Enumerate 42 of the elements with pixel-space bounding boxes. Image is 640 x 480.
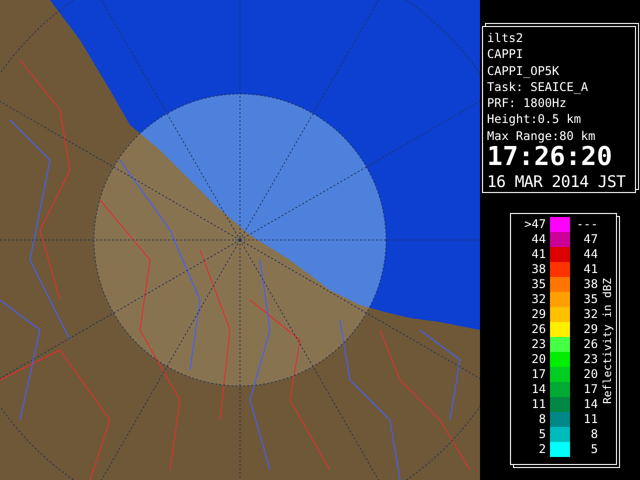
legend-title: Reflectivity in dBZ bbox=[600, 278, 614, 404]
info-text: CAPPI_OP5K bbox=[487, 62, 560, 79]
legend-label: 29 bbox=[582, 322, 598, 338]
legend-label: 14 bbox=[582, 397, 598, 412]
legend-label: 32 bbox=[582, 307, 598, 322]
legend-label: 8 bbox=[590, 427, 598, 442]
info-text: Max Range:80 km bbox=[487, 128, 596, 144]
legend-label: 38 bbox=[530, 262, 546, 278]
legend-label: 17 bbox=[530, 367, 546, 382]
legend-label: 32 bbox=[530, 292, 546, 308]
legend-label: 20 bbox=[530, 352, 546, 368]
legend-label: 11 bbox=[582, 412, 598, 428]
legend-label: 14 bbox=[530, 382, 546, 398]
time-text: 17:26:20 bbox=[487, 144, 614, 172]
legend-label: 41 bbox=[530, 247, 546, 262]
legend-label: 20 bbox=[582, 367, 598, 382]
info-text: ilts2 bbox=[487, 30, 524, 46]
info-text: PRF: 1800Hz bbox=[487, 95, 568, 112]
legend-label: 44 bbox=[582, 247, 598, 262]
legend-label: 26 bbox=[582, 337, 598, 352]
legend-label: 41 bbox=[582, 262, 598, 278]
legend-label: 8 bbox=[538, 412, 546, 428]
info-text: Height:0.5 km bbox=[487, 111, 582, 128]
legend-label: 23 bbox=[530, 337, 546, 352]
legend-label: 2 bbox=[538, 442, 546, 458]
legend-label: --- bbox=[575, 217, 598, 232]
legend-label: 26 bbox=[530, 322, 546, 338]
legend-label: 5 bbox=[590, 442, 598, 458]
legend-label: 35 bbox=[530, 277, 546, 292]
date-text: 16 MAR 2014 JST bbox=[487, 171, 626, 192]
legend-label: 17 bbox=[582, 382, 598, 398]
legend-label: >47 bbox=[523, 217, 546, 232]
legend-label: 35 bbox=[582, 292, 598, 308]
legend-label: 29 bbox=[530, 307, 546, 322]
info-text: CAPPI bbox=[487, 46, 524, 63]
legend-label: 44 bbox=[530, 232, 546, 248]
legend-label: 5 bbox=[538, 427, 546, 442]
legend-label: 23 bbox=[582, 352, 598, 368]
legend-label: 47 bbox=[582, 232, 598, 248]
info-text: Task: SEAICE_A bbox=[487, 78, 590, 96]
legend-label: 11 bbox=[530, 397, 546, 412]
legend-label: 38 bbox=[582, 277, 598, 292]
